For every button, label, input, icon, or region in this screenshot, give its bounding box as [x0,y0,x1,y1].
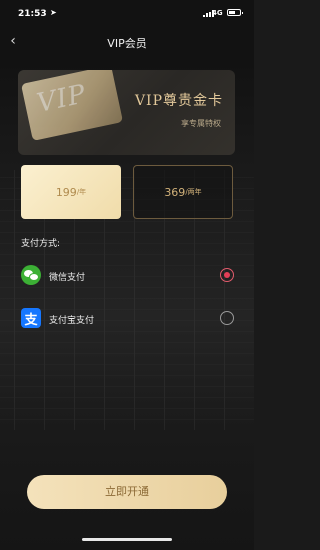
vip-card: VIP VIP尊贵金卡 享专属特权 [18,70,235,155]
payment-option-label: 支付宝支付 [49,316,95,326]
alipay-icon: 支 [21,308,41,328]
nav-bar: ‹ VIP会员 [0,30,254,54]
vip-card-graphic: VIP [20,70,124,141]
plan-unit: /年 [76,188,87,196]
vip-card-subtitle: 享专属特权 [181,119,221,128]
payment-option-alipay[interactable]: 支 支付宝支付 [0,306,254,330]
plan-price: 199 [55,185,77,199]
radio-button-unselected[interactable] [220,311,234,325]
location-arrow-icon: ➤ [50,8,57,17]
plan-option-two-years[interactable]: 369 /两年 [133,165,233,219]
plan-option-yearly[interactable]: 199 /年 [21,165,121,219]
battery-icon [227,9,243,16]
status-time: 21:53 [18,9,47,19]
radio-button-selected[interactable] [220,268,234,282]
plan-unit: /两年 [185,188,202,196]
payment-option-label: 微信支付 [49,273,86,283]
payment-method-label: 支付方式: [21,239,61,249]
page-title: VIP会员 [107,37,147,50]
status-bar: 21:53 ➤ 4G [0,0,254,28]
vip-card-title: VIP尊贵金卡 [134,93,223,109]
open-vip-button[interactable]: 立即开通 [27,475,227,509]
plan-price: 369 [164,185,186,199]
vip-card-badge: VIP [34,79,90,119]
payment-option-wechat[interactable]: 微信支付 [0,263,254,287]
home-indicator [82,538,172,541]
wechat-icon [21,265,41,285]
network-type: 4G [212,9,223,17]
